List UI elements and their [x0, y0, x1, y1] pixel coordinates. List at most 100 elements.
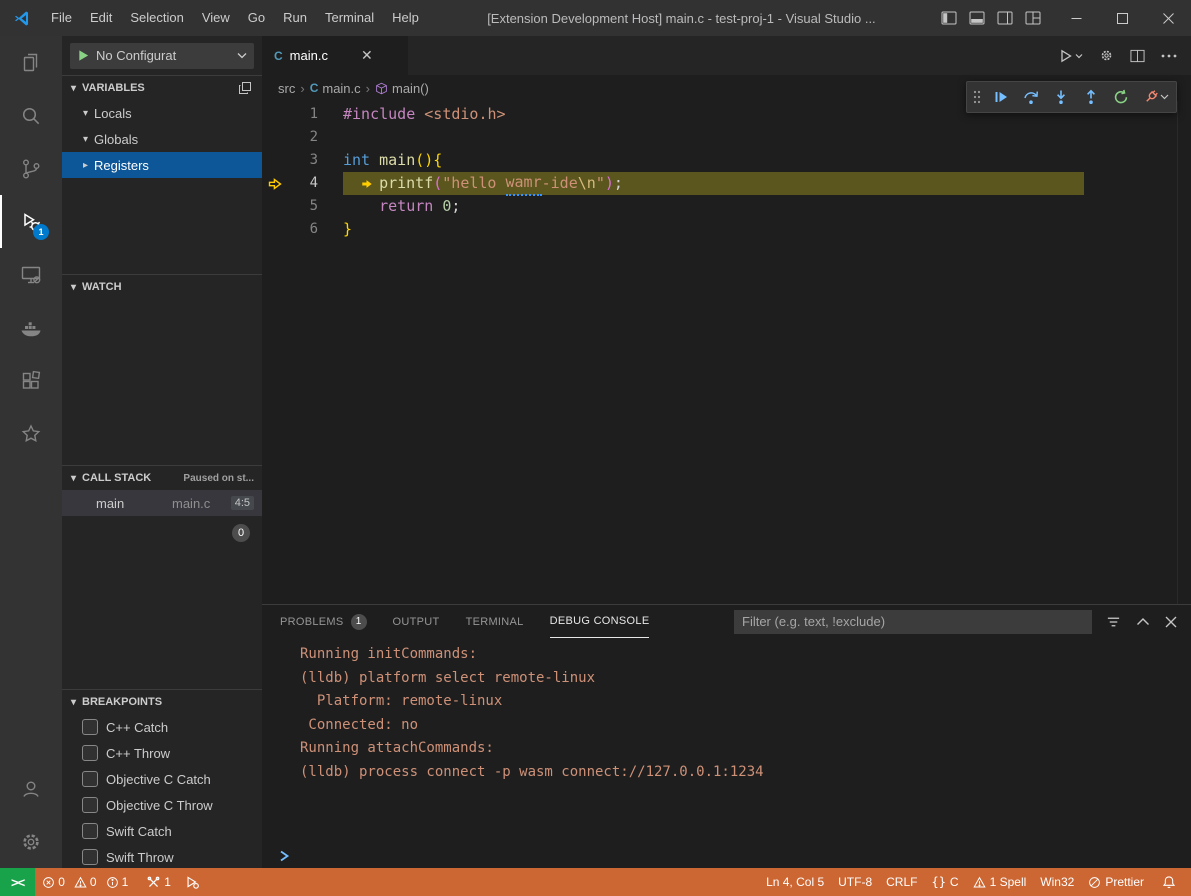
explorer-icon[interactable] [0, 36, 62, 89]
menu-view[interactable]: View [193, 0, 239, 36]
notifications-bell-icon[interactable] [1151, 868, 1183, 896]
execution-pointer-icon[interactable] [262, 177, 288, 191]
minimize-button[interactable] [1053, 0, 1099, 36]
breakpoint-item[interactable]: Objective C Catch [62, 766, 262, 792]
encoding-indicator[interactable]: UTF-8 [831, 868, 879, 896]
spell-checker-status[interactable]: 1 Spell [966, 868, 1034, 896]
accounts-icon[interactable] [0, 762, 62, 815]
maximize-button[interactable] [1099, 0, 1145, 36]
maximize-panel-icon[interactable] [1136, 617, 1150, 626]
launch-config-label: No Configurat [96, 48, 231, 63]
panel-tab-output[interactable]: OUTPUT [393, 605, 440, 638]
platform-indicator[interactable]: Win32 [1033, 868, 1081, 896]
remote-indicator[interactable]: >< [0, 868, 35, 896]
call-stack-header[interactable]: ▾ CALL STACK Paused on st... [62, 466, 262, 490]
panel-tab-problems[interactable]: PROBLEMS1 [280, 605, 367, 638]
code-token: -ide [542, 172, 578, 195]
cursor-position[interactable]: Ln 4, Col 5 [759, 868, 831, 896]
console-filter-input[interactable] [734, 610, 1092, 634]
launch-config-dropdown[interactable]: No Configurat [70, 43, 254, 69]
breadcrumb-symbol[interactable]: main() [375, 81, 429, 96]
breakpoint-checkbox[interactable] [82, 797, 98, 813]
debug-status-icon[interactable] [178, 868, 206, 896]
variables-item-registers[interactable]: ▸Registers [62, 152, 262, 178]
search-icon[interactable] [0, 89, 62, 142]
code-token: } [343, 218, 352, 241]
restart-button[interactable] [1106, 83, 1135, 111]
docker-icon[interactable] [0, 301, 62, 354]
breadcrumb-file[interactable]: Cmain.c [310, 81, 361, 96]
customize-layout-icon[interactable] [1019, 0, 1047, 36]
eol-indicator[interactable]: CRLF [879, 868, 924, 896]
toggle-secondary-sidebar-icon[interactable] [991, 0, 1019, 36]
continue-button[interactable] [986, 83, 1015, 111]
variables-item-globals[interactable]: ▾Globals [62, 126, 262, 152]
forwarded-ports[interactable]: 1 [140, 868, 178, 896]
breakpoint-item[interactable]: C++ Throw [62, 740, 262, 766]
menu-edit[interactable]: Edit [81, 0, 121, 36]
breakpoint-item[interactable]: C++ Catch [62, 714, 262, 740]
panel-tab-debug-console[interactable]: DEBUG CONSOLE [550, 605, 650, 638]
watch-header[interactable]: ▾ WATCH [62, 275, 262, 299]
breakpoints-header[interactable]: ▾ BREAKPOINTS [62, 690, 262, 714]
menu-file[interactable]: File [42, 0, 81, 36]
filter-icon[interactable] [1106, 615, 1121, 629]
source-control-icon[interactable] [0, 142, 62, 195]
split-editor-icon[interactable] [1130, 49, 1145, 63]
remote-explorer-icon[interactable] [0, 248, 62, 301]
step-into-button[interactable] [1046, 83, 1075, 111]
close-tab-icon[interactable]: ✕ [361, 47, 373, 64]
stack-frame-row[interactable]: main main.c 4:5 [62, 490, 262, 516]
breakpoint-item[interactable]: Swift Catch [62, 818, 262, 844]
breakpoint-checkbox[interactable] [82, 745, 98, 761]
extensions-icon[interactable] [0, 354, 62, 407]
code-token: return [379, 195, 433, 218]
variables-item-locals[interactable]: ▾Locals [62, 100, 262, 126]
problems-status[interactable]: 0 0 1 [35, 868, 140, 896]
panel-tab-terminal[interactable]: TERMINAL [466, 605, 524, 638]
settings-gear-icon[interactable] [1099, 48, 1114, 63]
code-editor[interactable]: 1#include <stdio.h>23int main(){4 printf… [262, 101, 1191, 604]
close-panel-icon[interactable] [1165, 616, 1177, 628]
collapse-all-icon[interactable] [238, 81, 256, 95]
debug-sidebar: No Configurat ▾ VARIABLES ▾Locals▾Global… [62, 36, 262, 868]
menu-run[interactable]: Run [274, 0, 316, 36]
editor-scrollbar[interactable] [1177, 101, 1191, 604]
more-actions-icon[interactable] [1161, 54, 1177, 58]
remote-icon: >< [11, 875, 24, 890]
breakpoint-checkbox[interactable] [82, 719, 98, 735]
menu-terminal[interactable]: Terminal [316, 0, 383, 36]
code-token [433, 195, 442, 218]
formatter-status[interactable]: Prettier [1081, 868, 1151, 896]
breakpoint-item[interactable]: Objective C Throw [62, 792, 262, 818]
language-mode[interactable]: {}C [924, 868, 965, 896]
toggle-panel-icon[interactable] [963, 0, 991, 36]
editor-group: C main.c ✕ src › Cmain.c › main() [262, 36, 1191, 868]
settings-gear-icon[interactable] [0, 815, 62, 868]
chevron-right-icon [278, 849, 292, 863]
breadcrumb-folder[interactable]: src [278, 81, 295, 96]
close-button[interactable] [1145, 0, 1191, 36]
frame-position-badge: 4:5 [231, 496, 254, 510]
step-out-button[interactable] [1076, 83, 1105, 111]
run-and-debug-icon[interactable]: 1 [0, 195, 62, 248]
menu-help[interactable]: Help [383, 0, 428, 36]
breakpoint-checkbox[interactable] [82, 823, 98, 839]
start-debugging-icon[interactable] [77, 49, 90, 62]
console-input[interactable] [278, 849, 292, 863]
marketplace-star-icon[interactable] [0, 407, 62, 460]
chevron-down-icon: ▾ [68, 282, 79, 293]
debug-session-chevron-icon[interactable] [1160, 94, 1171, 100]
step-over-button[interactable] [1016, 83, 1045, 111]
menu-selection[interactable]: Selection [121, 0, 192, 36]
menu-go[interactable]: Go [239, 0, 274, 36]
toggle-sidebar-icon[interactable] [935, 0, 963, 36]
breakpoint-item[interactable]: Swift Throw [62, 844, 262, 868]
variables-header[interactable]: ▾ VARIABLES [62, 76, 262, 100]
run-file-icon[interactable] [1059, 49, 1083, 63]
breakpoint-checkbox[interactable] [82, 771, 98, 787]
breakpoint-checkbox[interactable] [82, 849, 98, 865]
drag-handle-icon[interactable] [972, 89, 985, 105]
tab-main-c[interactable]: C main.c ✕ [262, 36, 408, 75]
watch-section: ▾ WATCH [62, 274, 262, 465]
